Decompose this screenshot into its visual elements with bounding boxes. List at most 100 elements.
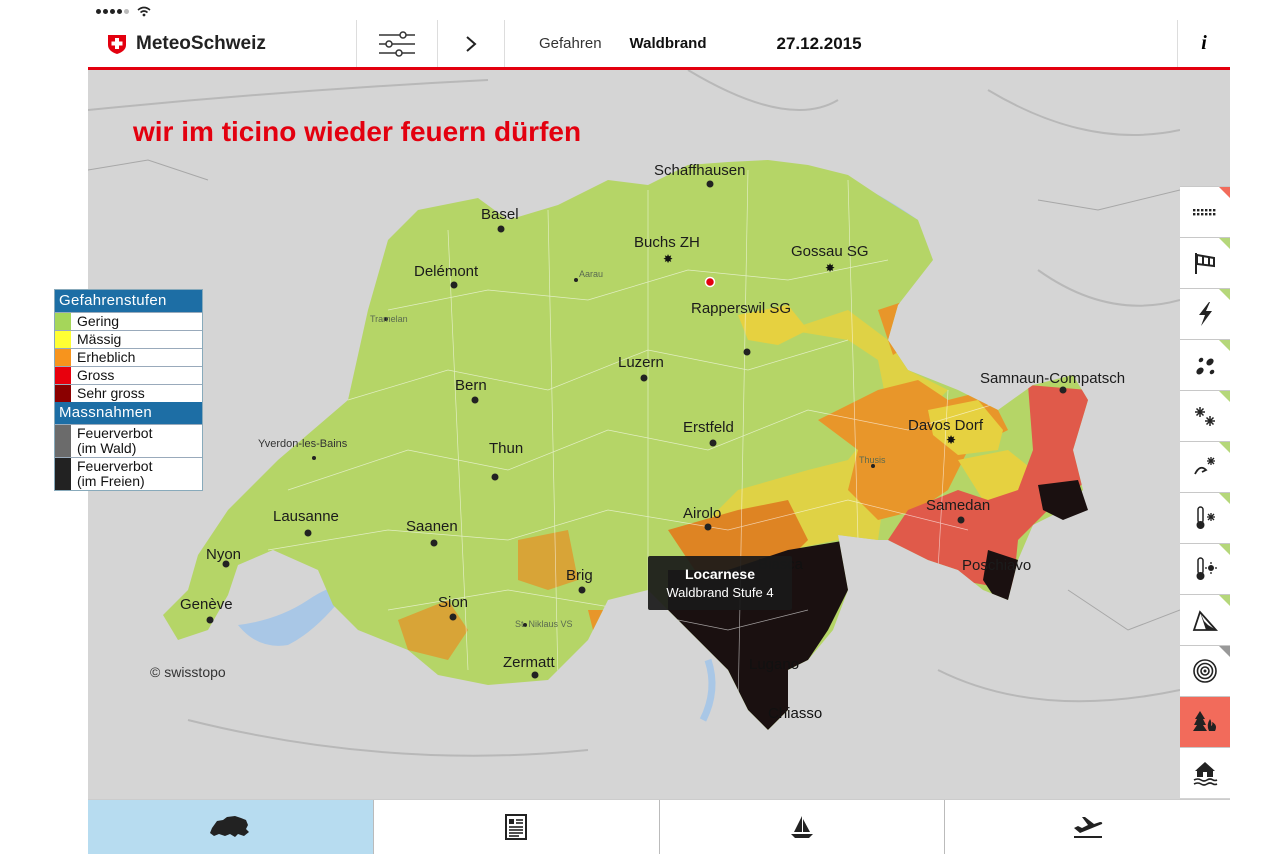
hazard-rain-button[interactable] [1180,339,1230,390]
city-label[interactable]: Airolo [683,505,721,522]
snowflakes-icon [1195,407,1215,426]
hazard-earthquake-button[interactable] [1180,645,1230,696]
city-label[interactable]: Schaffhausen [654,162,745,179]
status-bar [96,4,151,18]
frost-icon [1196,506,1215,529]
city-label[interactable]: Zermatt [503,654,555,671]
flood-icon [1193,762,1218,786]
legend-row: Mässig [55,330,202,348]
status-corner [1219,442,1230,453]
city-label[interactable]: Chiasso [768,705,822,722]
location-dot[interactable] [704,276,716,288]
city-label[interactable]: Luzern [618,354,664,371]
tooltip-region: Locarnese [684,566,756,582]
city-label[interactable]: Sion [438,594,468,611]
hazard-avalanche-button[interactable] [1180,594,1230,645]
city-label[interactable]: Delémont [414,263,478,280]
svg-text:✸: ✸ [663,252,673,266]
breadcrumb: Gefahren Waldbrand 27.12.2015 [505,20,862,67]
snow-depth-icon [1193,209,1216,216]
tab-aviation[interactable] [945,800,1230,854]
hazard-sidebar [1180,70,1230,799]
city-label[interactable]: Rapperswil SG [691,300,791,317]
city-label[interactable]: Erstfeld [683,419,734,436]
svg-text:✸: ✸ [825,261,835,275]
info-icon: i [1201,32,1207,54]
city-label[interactable]: Lugano [749,656,799,673]
status-corner [1219,289,1230,300]
legend-row: Gering [55,312,202,330]
wind-icon [1195,253,1215,274]
legend-swatch [55,331,71,348]
city-label[interactable]: Yverdon-les-Bains [258,438,347,450]
lightning-icon [1199,302,1212,326]
heat-icon [1196,557,1217,580]
road-ice-icon [1194,457,1215,475]
wifi-icon [137,6,151,16]
status-corner [1219,646,1230,657]
hazard-map[interactable]: ✸ ✸ ✸ wir im ticino wieder feuern dürfen S… [88,70,1180,799]
legend-row: Gross [55,366,202,384]
hazard-heat-button[interactable] [1180,543,1230,594]
brand[interactable]: MeteoSchweiz [88,33,356,55]
city-label[interactable]: Nyon [206,546,241,563]
map-legend: Gefahrenstufen Gering Mässig Erheblich G… [54,289,203,491]
city-label[interactable]: Samnaun-Compatsch [980,370,1125,387]
city-label[interactable]: Brig [566,567,593,584]
hazard-forest-fire-button[interactable] [1180,696,1230,747]
news-icon [505,814,528,840]
sliders-icon [379,30,415,57]
city-label[interactable]: Lausanne [273,508,339,525]
hazard-road-ice-button[interactable] [1180,441,1230,492]
city-label[interactable]: Davos Dorf [908,417,983,434]
tab-map[interactable] [88,800,374,854]
hazard-snow-button[interactable] [1180,390,1230,441]
city-label[interactable]: Thusis [859,455,886,465]
city-label[interactable]: Tramelan [370,314,408,324]
tab-lakes[interactable] [660,800,946,854]
chevron-right-icon [466,35,477,52]
legend-label: Feuerverbot [77,458,153,474]
city-label[interactable]: Basel [481,206,519,223]
hazard-thunderstorm-button[interactable] [1180,288,1230,339]
signal-icon [96,5,131,17]
hazard-wind-button[interactable] [1180,237,1230,288]
city-label[interactable]: Gossau SG [791,243,869,260]
app-name: MeteoSchweiz [136,32,266,54]
city-label[interactable]: Poschiavo [962,557,1031,574]
top-bar: MeteoSchweiz Gefahren Waldbrand 27.12.20… [88,20,1230,70]
city-label[interactable]: Buchs ZH [634,234,700,251]
airplane-icon [1073,817,1102,838]
status-corner [1219,595,1230,606]
legend-label: (im Freien) [77,473,145,489]
tab-news[interactable] [374,800,660,854]
legend-row: Feuerverbot (im Freien) [55,457,202,490]
city-label[interactable]: Bern [455,377,487,394]
status-corner [1219,391,1230,402]
hazard-frost-button[interactable] [1180,492,1230,543]
legend-swatch [55,367,71,384]
legend-swatch [55,313,71,330]
city-label[interactable]: St. Niklaus VS [515,619,573,629]
hazard-snow-depth-button[interactable] [1180,186,1230,237]
legend-label: Feuerverbot [77,425,153,441]
crumb-hazard[interactable]: Waldbrand [630,35,707,52]
svg-text:✸: ✸ [946,433,956,447]
filter-button[interactable] [357,20,437,67]
city-label[interactable]: Aarau [579,269,603,279]
next-button[interactable] [438,20,504,67]
city-label[interactable]: Saanen [406,518,458,535]
legend-measures-title: Massnahmen [55,402,202,424]
legend-row: Sehr gross [55,384,202,402]
city-label[interactable]: Thun [489,440,523,457]
map-headline: wir im ticino wieder feuern dürfen [133,116,582,147]
info-button[interactable]: i [1177,20,1230,67]
city-label[interactable]: Genève [180,596,233,613]
hazard-flood-button[interactable] [1180,747,1230,798]
date-label[interactable]: 27.12.2015 [777,34,862,54]
legend-label: (im Wald) [77,440,137,456]
legend-swatch [55,425,71,457]
city-label[interactable]: Samedan [926,497,990,514]
crumb-section[interactable]: Gefahren [539,35,602,52]
region-tooltip[interactable]: Locarnese Waldbrand Stufe 4 [648,556,792,610]
